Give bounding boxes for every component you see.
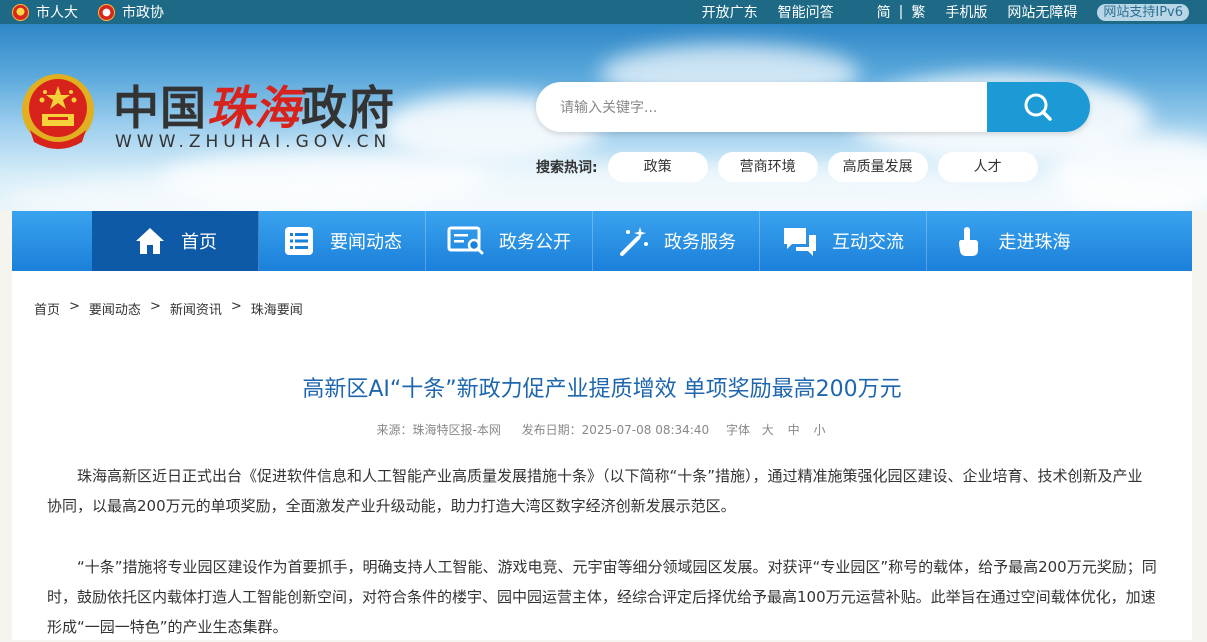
top-left-links: 市人大 市政协 <box>12 0 164 24</box>
link-smart-qa[interactable]: 智能问答 <box>778 2 834 22</box>
nav-item-gov-affairs-disclosure[interactable]: 政务公开 <box>426 211 593 271</box>
list-icon <box>285 227 313 255</box>
breadcrumb-separator: > <box>149 299 161 314</box>
national-emblem-logo[interactable] <box>20 70 96 152</box>
breadcrumb-separator: > <box>69 299 80 314</box>
link-label: 市政协 <box>122 5 164 21</box>
logo-text-zhuhai: 珠海 <box>207 81 301 135</box>
nav-label: 政务公开 <box>499 232 571 253</box>
national-emblem-icon <box>12 3 29 21</box>
search-icon <box>1024 93 1052 121</box>
breadcrumb-news-info[interactable]: 新闻资讯 <box>170 299 222 318</box>
article-meta: 来源：珠海特区报-本网 发布日期：2025-07-08 08:34:40 字体 … <box>12 421 1192 438</box>
article-title: 高新区AI“十条”新政力促产业提质增效 单项奖励最高200万元 <box>302 377 902 402</box>
breadcrumb-separator: > <box>230 299 242 314</box>
site-logo-url: WWW.ZHUHAI.GOV.CN <box>115 132 392 152</box>
breadcrumb: 首页 > 要闻动态 > 新闻资讯 > 珠海要闻 <box>34 299 303 318</box>
top-right-links: 开放广东 智能问答 简 | 繁 手机版 网站无障碍 网站支持IPv6 <box>702 0 1189 24</box>
logo-text-government: 政府 <box>301 81 395 135</box>
main-content: 首页 > 要闻动态 > 新闻资讯 > 珠海要闻 高新区AI“十条”新政力促产业提… <box>12 271 1192 640</box>
cppcc-emblem-icon <box>98 3 115 21</box>
nav-item-interaction[interactable]: 互动交流 <box>760 211 927 271</box>
main-nav: 首页 要闻动态 政务公开 政务服务 互动交流 走进珠海 <box>12 211 1192 271</box>
nav-item-about-zhuhai[interactable]: 走进珠海 <box>927 211 1094 271</box>
hot-search-terms: 搜索热词: 政策 营商环境 高质量发展 人才 <box>536 152 1048 182</box>
font-size-medium-button[interactable]: 中 <box>788 423 800 437</box>
nav-label: 互动交流 <box>832 232 904 253</box>
link-accessibility[interactable]: 网站无障碍 <box>1007 2 1077 22</box>
font-size-large-button[interactable]: 大 <box>762 423 774 437</box>
link-mobile-version[interactable]: 手机版 <box>945 2 987 22</box>
top-utility-bar: 市人大 市政协 开放广东 智能问答 简 | 繁 手机版 网站无障碍 网站支持IP… <box>0 0 1207 24</box>
link-traditional-chinese[interactable]: 繁 <box>911 2 925 22</box>
hot-tag-high-quality-development[interactable]: 高质量发展 <box>827 152 928 182</box>
article-source: 来源：珠海特区报-本网 <box>376 423 501 437</box>
hot-tag-business-environment[interactable]: 营商环境 <box>717 152 818 182</box>
article-paragraph: “十条”措施将专业园区建设作为首要抓手，明确支持人工智能、游戏电竞、元宇宙等细分… <box>47 558 1157 636</box>
nav-label: 走进珠海 <box>998 232 1071 253</box>
link-simplified-chinese[interactable]: 简 <box>877 2 891 22</box>
nav-item-home[interactable]: 首页 <box>92 211 259 271</box>
link-open-guangdong[interactable]: 开放广东 <box>702 2 758 22</box>
nav-label: 首页 <box>181 232 217 253</box>
ipv6-badge: 网站支持IPv6 <box>1097 3 1189 21</box>
link-city-cppcc[interactable]: 市政协 <box>98 2 164 22</box>
nav-label: 政务服务 <box>664 232 736 253</box>
divider: | <box>898 4 904 20</box>
link-label: 市人大 <box>36 5 78 21</box>
breadcrumb-zhuhai-news[interactable]: 珠海要闻 <box>251 299 303 318</box>
article-paragraph: 珠海高新区近日正式出台《促进软件信息和人工智能产业高质量发展措施十条》（以下简称… <box>47 467 1143 515</box>
touch-hand-icon <box>958 227 978 256</box>
chat-bubbles-icon <box>784 228 816 256</box>
magic-wand-icon <box>620 227 648 256</box>
breadcrumb-news[interactable]: 要闻动态 <box>89 299 141 318</box>
home-icon <box>136 228 164 254</box>
search-input[interactable] <box>558 82 982 132</box>
nav-label: 要闻动态 <box>330 232 402 253</box>
article-date: 发布日期：2025-07-08 08:34:40 <box>521 423 710 437</box>
nav-item-gov-services[interactable]: 政务服务 <box>593 211 760 271</box>
link-city-peoples-congress[interactable]: 市人大 <box>12 2 78 22</box>
search-box <box>536 82 1090 132</box>
logo-text-china: 中国 <box>113 81 207 135</box>
hot-tag-talent[interactable]: 人才 <box>937 152 1038 182</box>
document-search-icon <box>447 226 484 255</box>
font-size-label: 字体 <box>725 423 750 437</box>
search-button[interactable] <box>987 82 1090 132</box>
site-header: 中国珠海政府 WWW.ZHUHAI.GOV.CN 搜索热词: 政策 营商环境 高… <box>0 24 1207 211</box>
site-logo-chinese[interactable]: 中国珠海政府 <box>113 72 395 138</box>
nav-item-news[interactable]: 要闻动态 <box>259 211 426 271</box>
breadcrumb-home[interactable]: 首页 <box>34 299 60 318</box>
hot-search-label: 搜索热词: <box>536 160 598 176</box>
font-size-small-button[interactable]: 小 <box>813 423 825 437</box>
hot-tag-policy[interactable]: 政策 <box>607 152 708 182</box>
